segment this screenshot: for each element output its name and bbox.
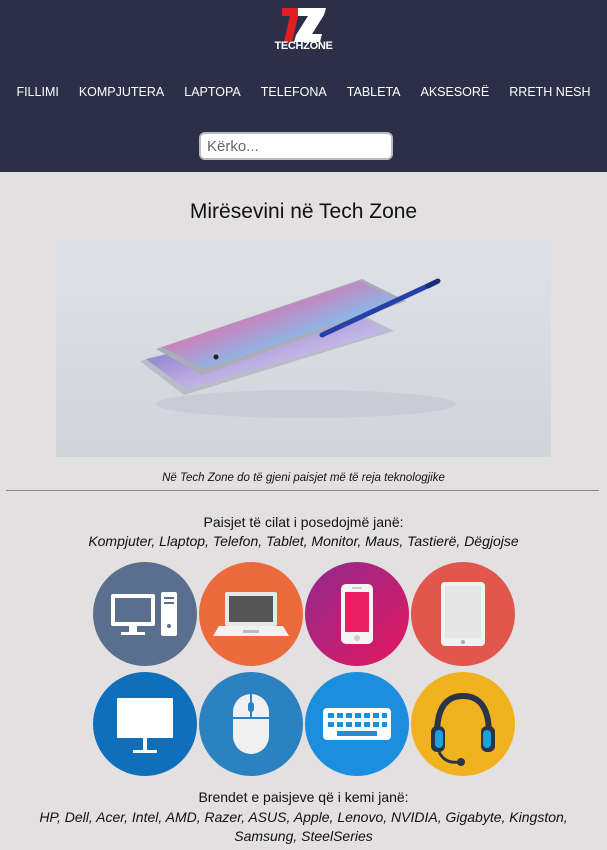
- smartphone-icon[interactable]: [305, 562, 409, 666]
- mouse-icon[interactable]: [199, 672, 303, 776]
- hero-caption: Në Tech Zone do të gjeni paisjet më të r…: [162, 472, 445, 484]
- desktop-computer-icon[interactable]: [93, 562, 197, 666]
- laptop-icon[interactable]: [199, 562, 303, 666]
- logo-text: TECHZONE: [274, 40, 333, 52]
- main-nav: FILLIMI KOMPJUTERA LAPTOPA TELEFONA TABL…: [0, 84, 607, 100]
- tablet-icon[interactable]: [411, 562, 515, 666]
- brands-title: Brendet e paisjeve që i kemi janë:: [198, 789, 409, 805]
- nav-telefona[interactable]: TELEFONA: [251, 84, 337, 100]
- nav-tableta[interactable]: TABLETA: [337, 84, 411, 100]
- device-icons-grid: [93, 562, 515, 776]
- search-container: [199, 132, 393, 160]
- page-title: Mirësevini në Tech Zone: [189, 200, 418, 223]
- devices-title: Paisjet të cilat i posedojmë janë:: [203, 514, 404, 530]
- headset-icon[interactable]: [411, 672, 515, 776]
- brands-list: HP, Dell, Acer, Intel, AMD, Razer, ASUS,…: [39, 809, 568, 844]
- monitor-icon[interactable]: [93, 672, 197, 776]
- nav-rreth-nesh[interactable]: RRETH NESH: [499, 84, 600, 100]
- techzone-logo[interactable]: TECHZONE: [274, 6, 334, 58]
- devices-list: Kompjuter, Llaptop, Telefon, Tablet, Mon…: [88, 533, 519, 549]
- search-input[interactable]: [199, 132, 393, 160]
- site-header: TECHZONE FILLIMI KOMPJUTERA LAPTOPA TELE…: [0, 0, 607, 172]
- nav-fillimi[interactable]: FILLIMI: [6, 84, 68, 100]
- nav-laptopa[interactable]: LAPTOPA: [174, 84, 251, 100]
- nav-aksesore[interactable]: AKSESORË: [411, 84, 500, 100]
- nav-kompjutera[interactable]: KOMPJUTERA: [69, 84, 174, 100]
- section-divider: [6, 490, 599, 491]
- hero-image-smartphones: [56, 239, 551, 457]
- keyboard-icon[interactable]: [305, 672, 409, 776]
